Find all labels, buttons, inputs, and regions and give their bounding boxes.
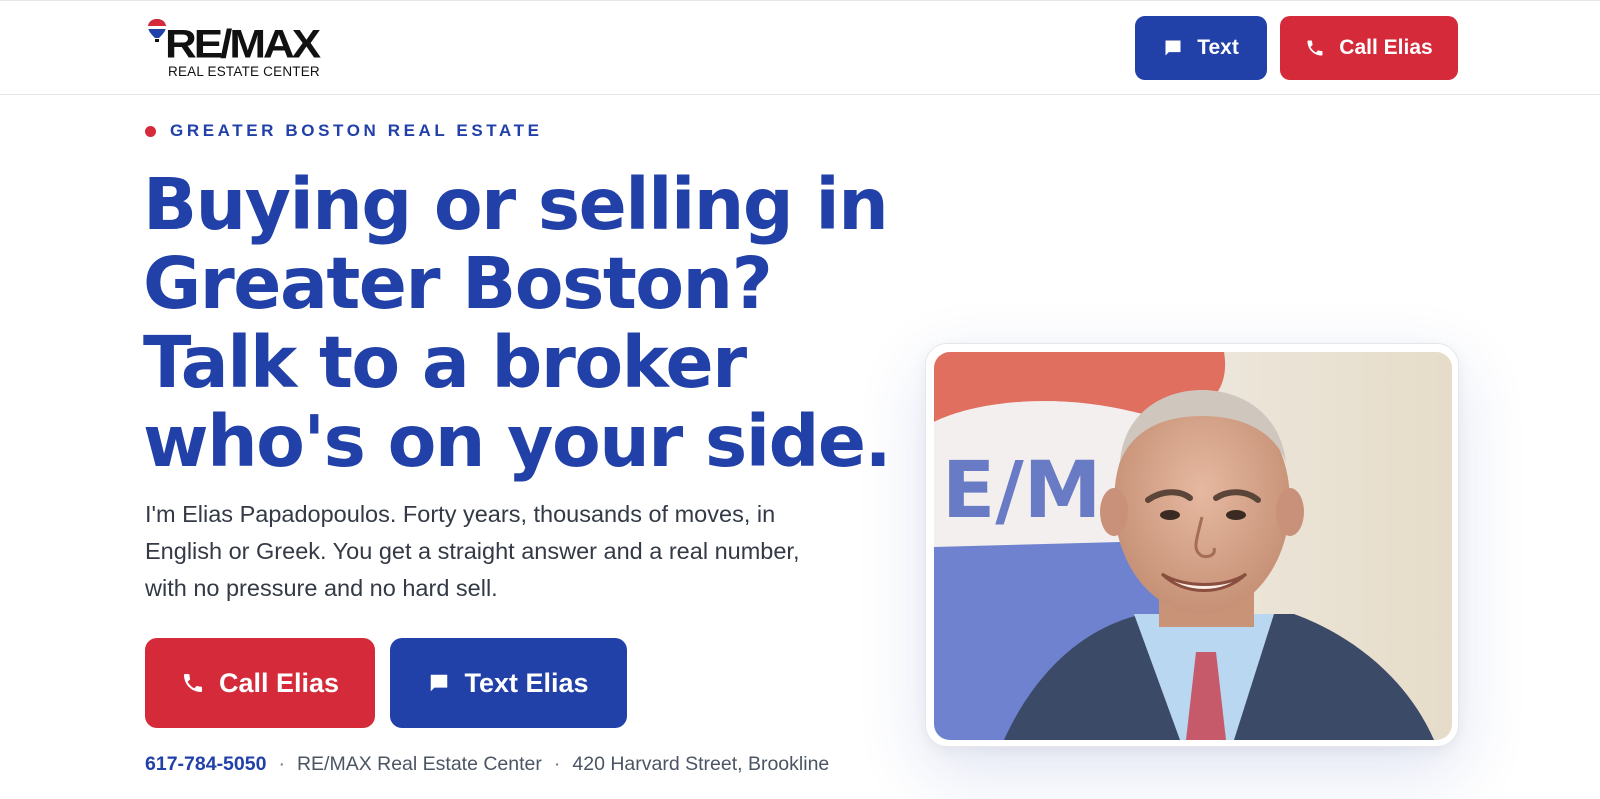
headline-line: who's on your side. <box>143 400 892 483</box>
hero-headline: Buying or selling in Greater Boston? Tal… <box>143 163 892 483</box>
agent-photo-card: E/M <box>925 343 1459 747</box>
agent-photo: E/M <box>934 352 1452 740</box>
separator: · <box>278 753 285 775</box>
separator: · <box>553 753 561 775</box>
office-name: RE/MAX Real Estate Center <box>296 753 542 775</box>
header-call-button-label: Call Elias <box>1339 36 1433 59</box>
hero-text-button-label: Text Elias <box>464 667 589 698</box>
agent-portrait-image: E/M <box>934 352 1452 740</box>
header-text-button-label: Text <box>1197 36 1239 59</box>
phone-link[interactable]: 617-784-5050 <box>145 753 266 776</box>
remax-logo[interactable]: RE/MAX REAL ESTATE CENTER <box>145 17 321 81</box>
backdrop-sign-text: E/M <box>942 446 1101 536</box>
hero-eyebrow: GREATER BOSTON REAL ESTATE <box>145 121 543 141</box>
chat-bubble-icon <box>1165 40 1181 56</box>
phone-icon <box>1307 40 1323 56</box>
headline-line: Buying or selling in <box>143 163 889 246</box>
headline-line: Talk to a broker <box>143 321 747 404</box>
contact-line: 617-784-5050 · RE/MAX Real Estate Center… <box>145 753 829 776</box>
office-address: 420 Harvard Street, Brookline <box>572 753 830 775</box>
intro-line: I'm Elias Papadopoulos. Forty years, tho… <box>145 501 776 527</box>
hot-air-balloon-icon <box>148 19 166 42</box>
header-call-button[interactable]: Call Elias <box>1280 16 1458 80</box>
hero-call-button[interactable]: Call Elias <box>145 638 375 728</box>
logo-subtitle: REAL ESTATE CENTER <box>168 64 320 79</box>
hero-call-button-label: Call Elias <box>218 667 340 698</box>
hero-intro: I'm Elias Papadopoulos. Forty years, tho… <box>145 496 865 607</box>
intro-line: with no pressure and no hard sell. <box>145 575 498 601</box>
hero-text-button[interactable]: Text Elias <box>390 638 627 728</box>
eyebrow-text: GREATER BOSTON REAL ESTATE <box>170 121 543 140</box>
phone-icon <box>183 674 202 692</box>
intro-line: English or Greek. You get a straight ans… <box>145 538 800 564</box>
chat-bubble-icon <box>431 674 448 692</box>
header-text-button[interactable]: Text <box>1135 16 1267 80</box>
headline-line: Greater Boston? <box>143 242 773 325</box>
logo-wordmark: RE/MAX <box>165 22 321 67</box>
site-header: RE/MAX REAL ESTATE CENTER Text Call Elia… <box>0 0 1600 95</box>
eyebrow-dot <box>145 125 156 137</box>
